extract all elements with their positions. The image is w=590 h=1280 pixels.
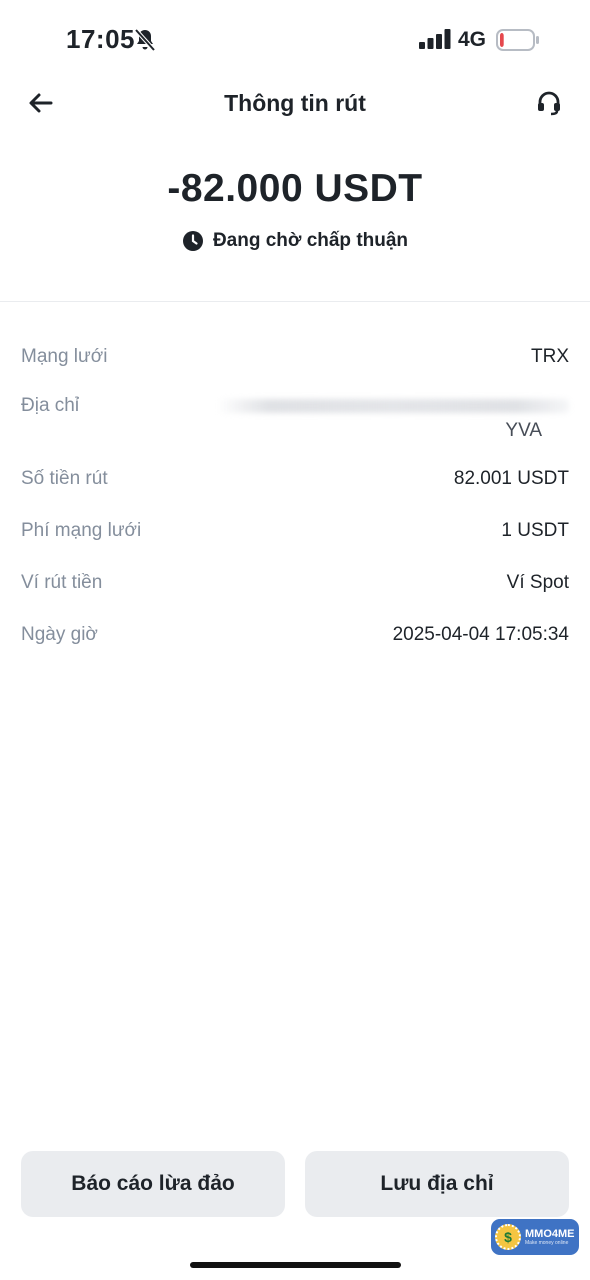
detail-value: TRX [531,346,569,367]
status-time: 17:05 [66,24,135,54]
detail-row-address: Địa chỉ YVA [21,395,569,451]
headset-icon[interactable] [534,88,564,118]
withdraw-status: Đang chờ chấp thuận [0,230,590,252]
signal-icon [419,29,451,49]
status-text: Đang chờ chấp thuận [212,230,409,251]
save-address-button[interactable]: Lưu địa chỉ [305,1151,569,1217]
detail-label: Ví rút tiền [21,572,103,593]
withdraw-amount: -82.000 USDT [167,167,423,210]
detail-value: 82.001 USDT [453,468,569,489]
detail-row-amount: Số tiền rút 82.001 USDT [21,468,569,498]
detail-label: Mạng lưới [21,346,108,367]
page-title: Thông tin rút [224,90,366,116]
bell-off-icon [134,28,156,52]
network-type: 4G [458,28,487,51]
watermark-logo: $ MMO4ME Make money online [491,1219,579,1255]
dollar-coin-icon: $ [495,1224,521,1250]
report-scam-button[interactable]: Báo cáo lừa đảo [21,1151,285,1217]
detail-label: Địa chỉ [21,395,80,416]
status-bar: 17:05 4G [0,0,590,80]
address-redacted [217,399,569,413]
detail-label: Ngày giờ [21,624,98,645]
detail-label: Phí mạng lưới [21,520,142,541]
detail-value: 1 USDT [501,520,569,541]
detail-label: Số tiền rút [21,468,108,489]
detail-value: Ví Spot [506,572,569,593]
top-nav: Thông tin rút [0,76,590,132]
detail-value: 2025-04-04 17:05:34 [392,624,569,645]
battery-icon [496,29,539,51]
watermark-brand: MMO4ME [525,1227,575,1240]
address-value[interactable]: YVA [505,420,542,442]
divider [0,301,590,302]
clock-icon [182,231,203,251]
watermark-tagline: Make money online [525,1239,569,1246]
detail-row-network: Mạng lưới TRX [21,346,569,376]
detail-row-wallet: Ví rút tiền Ví Spot [21,572,569,602]
detail-row-datetime: Ngày giờ 2025-04-04 17:05:34 [21,624,569,654]
home-indicator [190,1262,401,1268]
detail-row-fee: Phí mạng lưới 1 USDT [21,520,569,550]
